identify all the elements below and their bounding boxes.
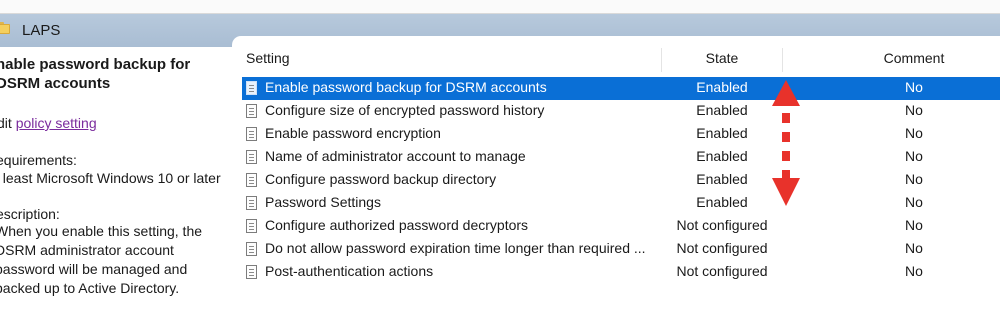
setting-name: Configure password backup directory [265, 171, 497, 187]
folder-icon [0, 22, 10, 34]
setting-comment: No [905, 217, 923, 233]
setting-state: Enabled [696, 194, 748, 210]
policy-setting-icon [246, 104, 257, 118]
requirements-text: t least Microsoft Windows 10 or later [0, 170, 221, 186]
setting-comment: No [905, 79, 923, 95]
policy-setting-icon [246, 127, 257, 141]
arrow-dash [782, 132, 790, 142]
settings-list-pane: Setting State Comment Enable password ba… [232, 36, 1000, 309]
top-strip [0, 0, 1000, 14]
policy-setting-icon [246, 150, 257, 164]
setting-comment: No [905, 263, 923, 279]
table-row[interactable]: Configure size of encrypted password his… [242, 100, 1000, 123]
policy-heading: nable password backup for DSRM accounts [0, 56, 191, 92]
setting-name: Name of administrator account to manage [265, 148, 526, 164]
edit-prefix: dit [0, 115, 12, 131]
column-header-comment[interactable]: Comment [844, 50, 984, 76]
setting-comment: No [905, 125, 923, 141]
setting-state: Enabled [696, 148, 748, 164]
arrow-down-head [772, 178, 800, 206]
policy-setting-icon [246, 173, 257, 187]
policy-setting-icon [246, 196, 257, 210]
policy-setting-icon [246, 242, 257, 256]
setting-comment: No [905, 102, 923, 118]
table-row[interactable]: Enable password encryption Enabled No [242, 123, 1000, 146]
table-row[interactable]: Enable password backup for DSRM accounts… [242, 77, 1000, 100]
policy-setting-icon [246, 219, 257, 233]
setting-name: Enable password encryption [265, 125, 441, 141]
policy-setting-icon [246, 265, 257, 279]
details-pane: nable password backup for DSRM accounts … [0, 47, 232, 309]
policy-setting-link[interactable]: policy setting [16, 115, 97, 131]
double-arrow-annotation [772, 80, 800, 206]
table-row[interactable]: Configure authorized password decryptors… [242, 215, 1000, 238]
setting-state: Enabled [696, 79, 748, 95]
column-header-state[interactable]: State [662, 50, 782, 76]
arrow-up-head [772, 80, 800, 106]
setting-name: Post-authentication actions [265, 263, 434, 279]
table-row[interactable]: Password Settings Enabled No [242, 192, 1000, 215]
table-row[interactable]: Post-authentication actions Not configure… [242, 261, 1000, 284]
setting-state: Not configured [676, 240, 768, 256]
setting-state: Enabled [696, 102, 748, 118]
setting-comment: No [905, 148, 923, 164]
column-divider[interactable] [782, 48, 783, 72]
setting-state: Not configured [676, 217, 768, 233]
setting-name: Do not allow password expiration time lo… [265, 240, 646, 256]
policy-setting-icon [246, 81, 257, 95]
arrow-dash [782, 113, 790, 123]
table-row[interactable]: Configure password backup directory Enabl… [242, 169, 1000, 192]
setting-comment: No [905, 171, 923, 187]
setting-state: Not configured [676, 263, 768, 279]
requirements-label: equirements: [0, 152, 77, 168]
column-header-setting[interactable]: Setting [246, 50, 290, 76]
setting-comment: No [905, 194, 923, 210]
setting-name: Configure authorized password decryptors [265, 217, 529, 233]
edit-line: dit policy setting [0, 114, 97, 133]
window-title: LAPS [22, 22, 61, 39]
table-row[interactable]: Name of administrator account to manage E… [242, 146, 1000, 169]
setting-name: Enable password backup for DSRM accounts [265, 79, 547, 95]
setting-state: Enabled [696, 125, 748, 141]
description-text: When you enable this setting, the DSRM a… [0, 223, 203, 296]
setting-name: Password Settings [265, 194, 381, 210]
setting-name: Configure size of encrypted password his… [265, 102, 545, 118]
table-row[interactable]: Do not allow password expiration time lo… [242, 238, 1000, 261]
setting-state: Enabled [696, 171, 748, 187]
setting-comment: No [905, 240, 923, 256]
arrow-dash [782, 151, 790, 161]
